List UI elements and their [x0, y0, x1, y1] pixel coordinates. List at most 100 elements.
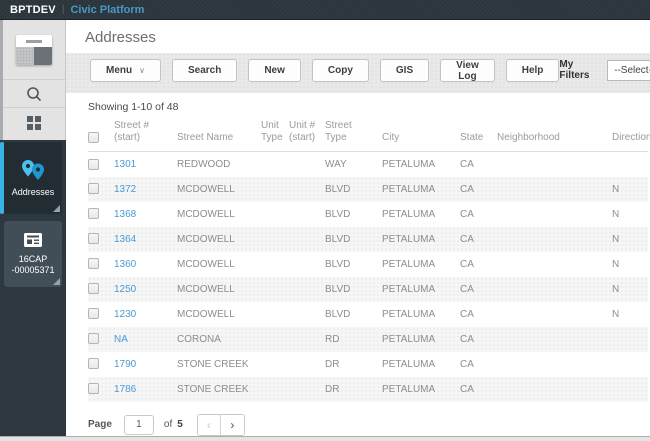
cell-direction [612, 152, 648, 177]
street-number-link[interactable]: 1364 [114, 234, 136, 245]
column-header-direction[interactable]: Direction [612, 116, 650, 152]
cell-state: CA [460, 383, 474, 395]
street-number-link[interactable]: 1250 [114, 284, 136, 295]
row-checkbox[interactable] [88, 158, 99, 170]
cell-checkbox [88, 377, 114, 402]
table-header-row: Street # (start) Street Name Unit Type Unit … [88, 116, 650, 152]
street-number-link[interactable]: NA [114, 334, 128, 345]
cell-city: PETALUMA [382, 158, 436, 170]
table-row: 1372 MCDOWELL BLVD PETALUMA CA N [88, 176, 648, 202]
gis-button-label: GIS [395, 65, 414, 76]
cell-street-number: 1364 [114, 227, 177, 252]
cell-unit-number [289, 277, 325, 302]
cell-unit-number [289, 177, 325, 202]
cell-city: PETALUMA [382, 283, 436, 295]
cell-unit-number [289, 202, 325, 227]
row-checkbox[interactable] [88, 308, 99, 320]
cell-checkbox [88, 327, 114, 352]
street-number-link[interactable]: 1372 [114, 184, 136, 195]
row-checkbox[interactable] [88, 283, 99, 295]
cell-checkbox [88, 277, 114, 302]
table-row: 1368 MCDOWELL BLVD PETALUMA CA N [88, 202, 648, 227]
page-title: Addresses [85, 29, 156, 46]
row-checkbox[interactable] [88, 258, 99, 270]
sidebar-tile-addresses[interactable]: Addresses [0, 142, 62, 214]
cell-direction: N [612, 283, 620, 295]
cell-street-name: MCDOWELL [177, 208, 235, 220]
cell-unit-type [261, 252, 289, 277]
row-checkbox[interactable] [88, 358, 99, 370]
cell-neighborhood [497, 152, 612, 177]
table-row: 1230 MCDOWELL BLVD PETALUMA CA N [88, 302, 648, 327]
sidebar-item-apps[interactable] [3, 108, 65, 138]
my-filters-select[interactable]: --Select-- ▾ [607, 59, 650, 81]
cell-state: CA [460, 233, 474, 245]
cell-unit-number [289, 252, 325, 277]
cell-neighborhood [497, 352, 612, 377]
cell-street-name: REDWOOD [177, 158, 231, 170]
cell-unit-number [289, 327, 325, 352]
copy-button[interactable]: Copy [311, 59, 369, 82]
menu-button[interactable]: Menu ∨ [90, 59, 161, 82]
cell-city: PETALUMA [382, 308, 436, 320]
street-number-link[interactable]: 1368 [114, 209, 136, 220]
new-button[interactable]: New [248, 59, 301, 82]
sidebar-item-search[interactable] [3, 80, 65, 108]
column-header-city[interactable]: City [382, 116, 460, 152]
column-header-state[interactable]: State [460, 116, 497, 152]
cell-state: CA [460, 358, 474, 370]
cell-checkbox [88, 252, 114, 277]
page-label: Page [88, 419, 112, 430]
street-number-link[interactable]: 1230 [114, 309, 136, 320]
cell-street-number: 1250 [114, 277, 177, 302]
search-icon [27, 86, 42, 101]
sidebar-tile-record-label: 16CAP -00005371 [11, 253, 55, 275]
cell-neighborhood [497, 302, 612, 327]
page-number-input[interactable] [123, 414, 154, 435]
cell-unit-type [261, 352, 289, 377]
chevron-right-icon: › [230, 417, 235, 432]
search-button[interactable]: Search [171, 59, 238, 82]
cell-unit-number [289, 377, 325, 402]
street-number-link[interactable]: 1360 [114, 259, 136, 270]
sidebar-tile-label: Addresses [11, 187, 55, 197]
apps-grid-icon [27, 116, 41, 130]
row-checkbox[interactable] [88, 333, 99, 345]
sidebar-item-launchpad[interactable] [3, 20, 65, 80]
table-row: 1250 MCDOWELL BLVD PETALUMA CA N [88, 276, 648, 302]
column-header-neighborhood[interactable]: Neighborhood [497, 116, 612, 152]
select-all-checkbox[interactable] [88, 131, 99, 143]
table-row: 1364 MCDOWELL BLVD PETALUMA CA N [88, 226, 648, 252]
row-checkbox[interactable] [88, 208, 99, 220]
cell-neighborhood [497, 327, 612, 352]
cell-city: PETALUMA [382, 233, 436, 245]
street-number-link[interactable]: 1790 [114, 359, 136, 370]
column-header-streettype[interactable]: Street Type [325, 116, 382, 152]
row-checkbox[interactable] [88, 383, 99, 395]
prev-page-button[interactable]: ‹ [197, 414, 221, 435]
cell-state: CA [460, 158, 474, 170]
cell-direction [612, 377, 648, 402]
row-checkbox[interactable] [88, 183, 99, 195]
cell-city: PETALUMA [382, 258, 436, 270]
view-log-button[interactable]: View Log [440, 59, 495, 82]
cell-city: PETALUMA [382, 333, 436, 345]
help-button[interactable]: Help [505, 59, 560, 82]
column-header-streetname[interactable]: Street Name [177, 116, 261, 152]
next-page-button[interactable]: › [220, 414, 244, 435]
cell-street-name: MCDOWELL [177, 308, 235, 320]
street-number-link[interactable]: 1786 [114, 384, 136, 395]
street-number-link[interactable]: 1301 [114, 159, 136, 170]
row-checkbox[interactable] [88, 233, 99, 245]
total-pages: 5 [177, 419, 183, 430]
cell-checkbox [88, 177, 114, 202]
column-header-streetnum[interactable]: Street # (start) [114, 116, 177, 152]
cell-neighborhood [497, 177, 612, 202]
sidebar-tile-record[interactable]: 16CAP -00005371 [4, 221, 62, 287]
cell-street-type: DR [325, 358, 340, 370]
topbar-separator: | [61, 4, 65, 15]
column-header-unittype[interactable]: Unit Type [261, 116, 289, 152]
gis-button[interactable]: GIS [379, 59, 430, 82]
column-header-unitnum[interactable]: Unit # (start) [289, 116, 325, 152]
my-filters-selected-value: --Select-- [614, 64, 650, 76]
